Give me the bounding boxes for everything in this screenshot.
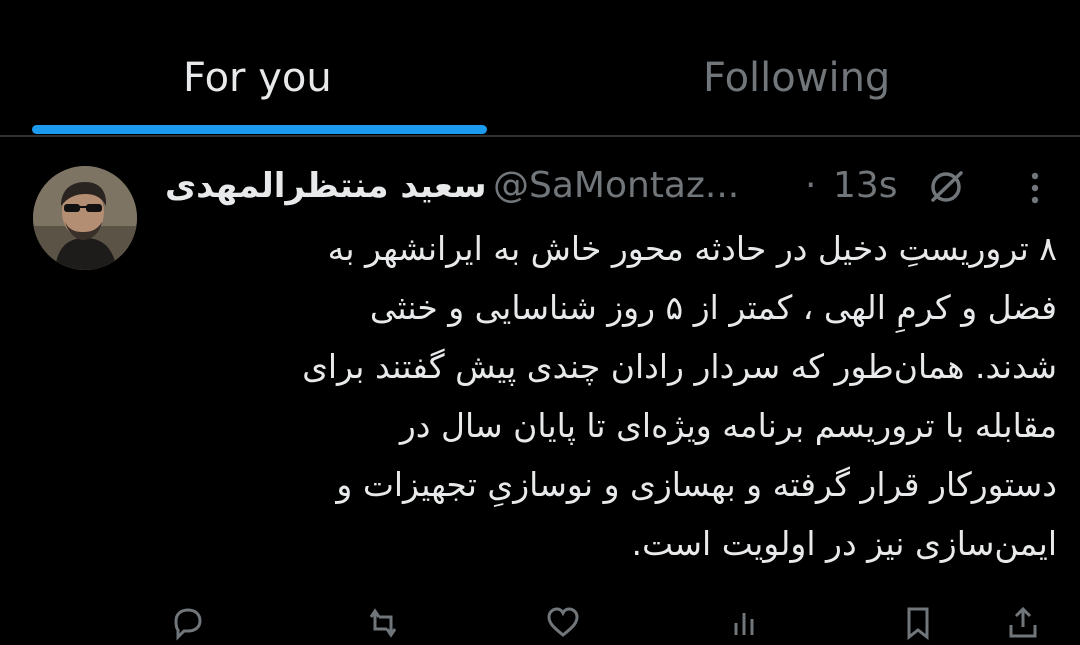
tab-for-you-label: For you <box>183 55 332 101</box>
tweet-timestamp[interactable]: 13s <box>833 164 898 208</box>
avatar[interactable] <box>33 166 137 270</box>
more-options-icon[interactable] <box>1023 168 1047 208</box>
timeline-tabs: For you Following <box>0 0 1080 137</box>
tweet-text: ۸ تروریستِ دخیل در حادثه محور خاش به ایر… <box>302 229 1057 563</box>
tab-following[interactable]: Following <box>540 0 1080 135</box>
author-display-name[interactable]: سعید منتظرالمهدی <box>165 164 487 208</box>
retweet-icon[interactable] <box>365 605 401 641</box>
tab-following-label: Following <box>703 55 891 101</box>
avatar-portrait <box>33 166 137 270</box>
active-tab-indicator <box>32 125 487 134</box>
views-icon[interactable] <box>728 605 764 641</box>
tab-for-you[interactable]: For you <box>0 0 520 135</box>
tweet-actions <box>0 599 1080 641</box>
tweet-header: سعید منتظرالمهدی @SaMontaz... · 13s <box>165 164 1065 208</box>
meta-separator: · <box>805 165 817 206</box>
reply-icon[interactable] <box>170 605 206 641</box>
share-icon[interactable] <box>1005 605 1041 641</box>
tweet[interactable]: سعید منتظرالمهدی @SaMontaz... · 13s ۸ تر… <box>0 139 1080 641</box>
bookmark-icon[interactable] <box>900 605 936 641</box>
like-icon[interactable] <box>545 605 581 641</box>
grok-icon[interactable] <box>925 166 967 208</box>
author-handle[interactable]: @SaMontaz... <box>493 164 739 208</box>
